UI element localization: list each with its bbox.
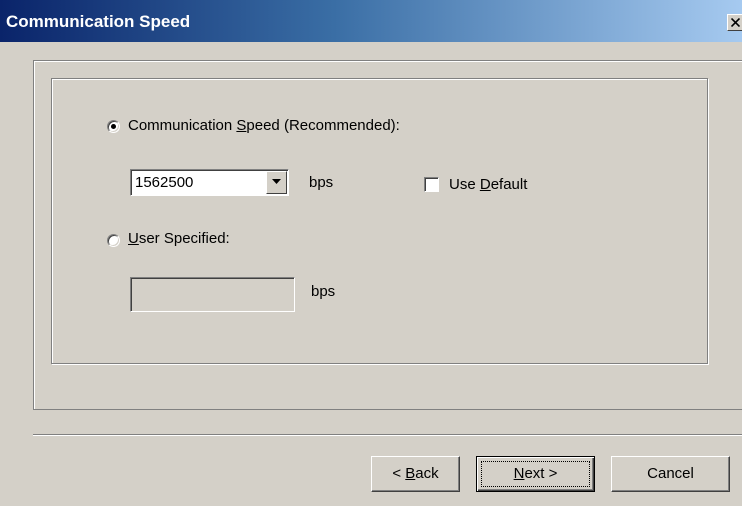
label-text: ser Specified:	[138, 230, 230, 247]
user-specified-label: User Specified:	[128, 230, 230, 247]
dropdown-button[interactable]	[266, 171, 287, 194]
next-button-label: Next >	[514, 465, 558, 482]
close-button[interactable]	[727, 14, 742, 31]
accelerator-key: U	[128, 230, 139, 247]
use-default-checkbox[interactable]	[424, 177, 439, 192]
separator	[33, 434, 742, 436]
chevron-down-icon	[272, 179, 281, 184]
label-text: Use	[449, 176, 480, 193]
speed-combobox-value: 1562500	[135, 174, 194, 191]
window-title: Communication Speed	[6, 12, 191, 31]
label-text: ext >	[524, 465, 558, 482]
accelerator-key: S	[236, 117, 247, 134]
back-button[interactable]: < Back	[371, 456, 460, 492]
radio-selected-dot	[111, 124, 116, 129]
label-text: efault	[490, 176, 528, 193]
label-text: peed (Recommended):	[246, 117, 400, 134]
accelerator-key: B	[405, 465, 416, 482]
close-icon	[731, 18, 740, 27]
recommended-speed-radio[interactable]	[107, 120, 120, 133]
label-text: ack	[415, 465, 439, 482]
accelerator-key: D	[479, 176, 491, 193]
accelerator-key: N	[513, 465, 525, 482]
label-text: <	[392, 465, 406, 482]
cancel-button-label: Cancel	[647, 465, 694, 482]
label-text: Communication	[128, 117, 237, 134]
speed-combobox[interactable]: 1562500	[130, 169, 289, 196]
back-button-label: < Back	[392, 465, 438, 482]
next-button[interactable]: Next >	[476, 456, 595, 492]
speed-unit-label: bps	[309, 174, 334, 191]
user-speed-unit-label: bps	[311, 283, 336, 300]
recommended-speed-label: Communication Speed (Recommended):	[128, 117, 400, 134]
title-bar: Communication Speed	[0, 0, 742, 42]
use-default-label: Use Default	[449, 176, 527, 193]
user-specified-radio[interactable]	[107, 234, 120, 247]
user-speed-input[interactable]	[130, 277, 295, 312]
cancel-button[interactable]: Cancel	[611, 456, 730, 492]
